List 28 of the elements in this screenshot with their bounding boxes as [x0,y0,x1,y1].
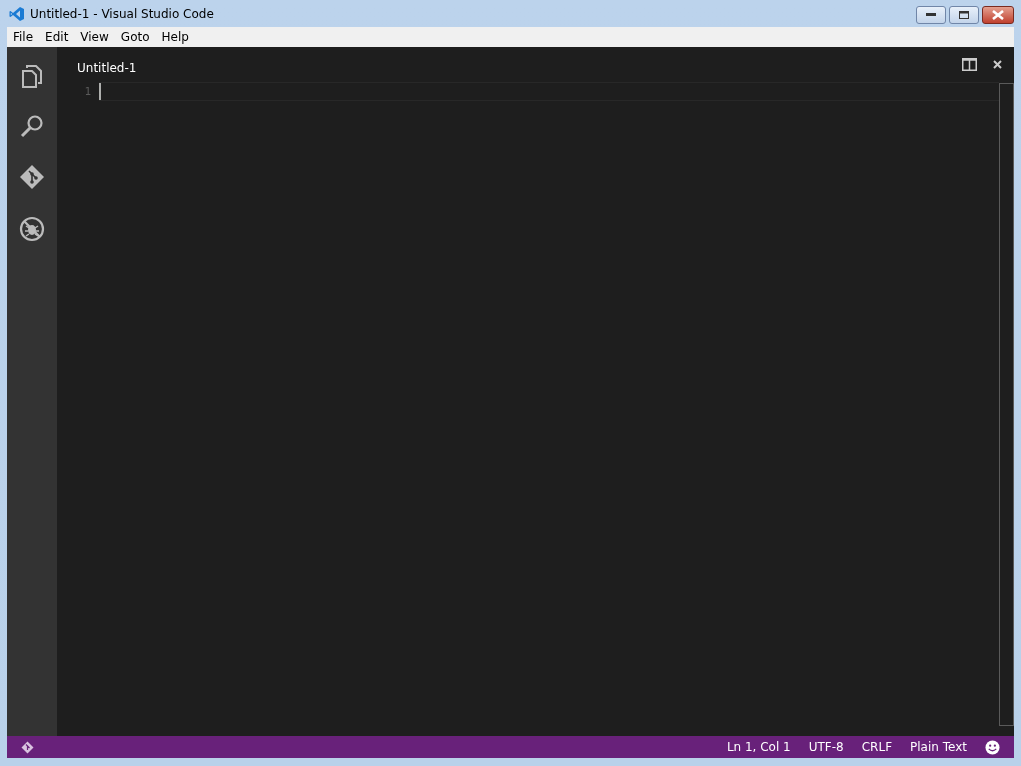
files-icon[interactable] [20,64,44,88]
menu-item[interactable]: Goto [114,30,156,44]
close-button[interactable] [982,6,1014,24]
menu-item[interactable]: File [7,30,40,44]
status-item[interactable]: CRLF [861,740,893,754]
split-editor-icon[interactable] [962,58,977,71]
status-item[interactable]: Plain Text [910,740,967,754]
git-icon[interactable] [19,164,45,190]
window-title: Untitled-1 - Visual Studio Code [30,6,214,21]
status-item[interactable]: Ln 1, Col 1 [726,740,791,754]
editor-tab[interactable]: Untitled-1 [77,60,137,75]
git-icon[interactable] [21,740,34,754]
menu-item[interactable]: View [74,30,115,44]
app-logo-icon [9,5,25,22]
status-item[interactable]: UTF-8 [808,740,844,754]
close-icon [992,10,1004,20]
smiley-icon[interactable] [985,739,1000,755]
minimize-icon [926,13,936,17]
close-icon[interactable] [993,60,1002,69]
no-bug-icon[interactable] [19,216,45,242]
line-number: 1 [83,85,92,98]
menu-item[interactable]: Help [155,30,195,44]
text-cursor [99,83,101,100]
menu-item[interactable]: Edit [39,30,75,44]
minimize-button[interactable] [916,6,946,24]
maximize-button[interactable] [949,6,979,24]
maximize-icon [959,11,969,19]
search-icon[interactable] [20,114,44,138]
